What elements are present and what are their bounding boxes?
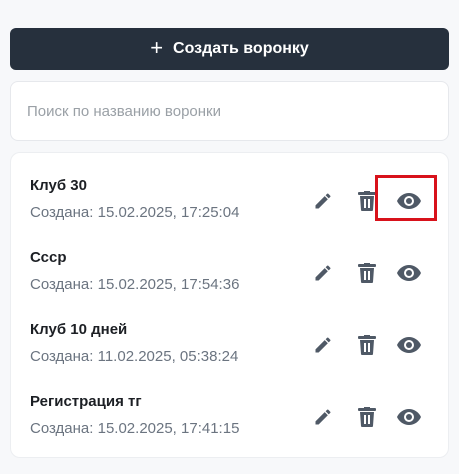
create-funnel-label: Создать воронку [173,40,309,57]
eye-icon[interactable] [397,261,421,285]
funnel-row: Клуб 30 Создана: 15.02.2025, 17:25:04 [11,177,448,237]
pencil-icon[interactable] [311,333,335,357]
funnel-row: Регистрация тг Создана: 15.02.2025, 17:4… [11,393,448,453]
funnel-row: Ссср Создана: 15.02.2025, 17:54:36 [11,249,448,309]
plus-icon: + [150,35,164,60]
funnel-created-date: Создана: 15.02.2025, 17:41:15 [30,420,240,437]
search-input[interactable] [11,82,448,140]
funnel-name: Клуб 30 [30,177,87,194]
trash-icon[interactable] [355,405,379,429]
funnel-created-date: Создана: 15.02.2025, 17:25:04 [30,204,240,221]
funnel-row: Клуб 10 дней Создана: 11.02.2025, 05:38:… [11,321,448,381]
funnel-created-date: Создана: 11.02.2025, 05:38:24 [30,348,239,365]
pencil-icon[interactable] [311,261,335,285]
trash-icon[interactable] [355,333,379,357]
trash-icon[interactable] [355,189,379,213]
eye-icon[interactable] [397,333,421,357]
trash-icon[interactable] [355,261,379,285]
eye-icon[interactable] [397,189,421,213]
funnel-name: Клуб 10 дней [30,321,128,338]
create-funnel-button[interactable]: + Создать воронку [10,28,449,70]
funnel-name: Ссср [30,249,67,266]
pencil-icon[interactable] [311,405,335,429]
eye-icon[interactable] [397,405,421,429]
pencil-icon[interactable] [311,189,335,213]
funnel-list: Клуб 30 Создана: 15.02.2025, 17:25:04 Сс… [10,152,449,458]
search-box [10,81,449,141]
funnel-created-date: Создана: 15.02.2025, 17:54:36 [30,276,240,293]
funnel-name: Регистрация тг [30,393,142,410]
